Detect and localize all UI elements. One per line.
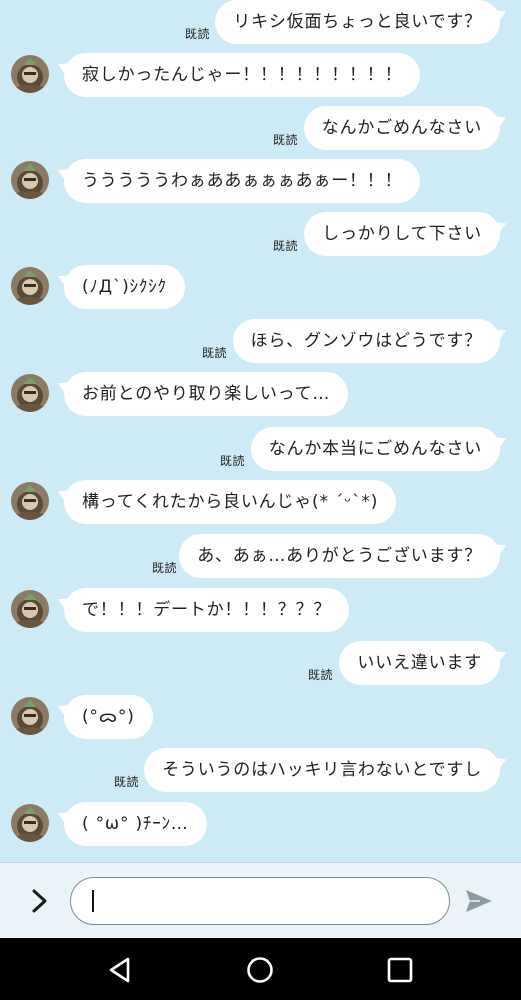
message-bubble[interactable]: で！！！デートか！！！？？？ <box>64 588 350 632</box>
avatar-image <box>11 804 49 842</box>
message-bubble[interactable]: ほら、グンゾウはどうです？ <box>232 319 500 363</box>
message-outgoing: 既読 なんか本当にごめんなさい <box>0 427 521 471</box>
avatar-image <box>11 697 49 735</box>
read-receipt: 既読 <box>308 668 334 682</box>
message-outgoing: 既読 そういうのはハッキリ言わないとですし <box>0 748 521 792</box>
text-caret <box>92 890 94 912</box>
read-receipt: 既読 <box>185 27 211 41</box>
message-outgoing: 既読 リキシ仮面ちょっと良いです？ <box>0 0 521 44</box>
message-bubble[interactable]: なんか本当にごめんなさい <box>250 427 500 471</box>
avatar-image <box>11 482 49 520</box>
message-incoming: お前とのやり取り楽しいって… <box>0 372 521 416</box>
read-receipt: 既読 <box>273 239 299 253</box>
message-incoming: 構ってくれたから良いんじゃ(* ˊᵕˋ*) <box>0 480 521 524</box>
read-receipt: 既読 <box>114 775 140 789</box>
read-receipt: 既読 <box>220 454 246 468</box>
chevron-right-icon <box>32 889 47 913</box>
recents-square-icon <box>387 957 413 983</box>
message-incoming: うううううわぁああぁぁぁあぁー！！！ <box>0 159 521 203</box>
avatar-image <box>11 590 49 628</box>
avatar[interactable] <box>11 267 49 305</box>
send-icon <box>466 890 492 912</box>
send-button[interactable] <box>464 887 494 915</box>
message-outgoing: 既読 しっかりして下さい <box>0 212 521 256</box>
message-bubble[interactable]: リキシ仮面ちょっと良いです？ <box>215 0 500 44</box>
message-bubble[interactable]: (ﾉД`)ｼｸｼｸ <box>64 265 185 309</box>
message-bubble[interactable]: うううううわぁああぁぁぁあぁー！！！ <box>64 159 421 203</box>
message-input-bar <box>0 862 521 938</box>
message-bubble[interactable]: (°ᯅ°) <box>64 695 153 739</box>
message-outgoing: 既読 なんかごめんなさい <box>0 106 521 150</box>
avatar-image <box>11 161 49 199</box>
message-outgoing: 既読 あ、あぁ…ありがとうございます？ <box>0 534 521 578</box>
avatar[interactable] <box>11 590 49 628</box>
nav-back-button[interactable] <box>106 956 134 984</box>
expand-button[interactable] <box>24 885 56 917</box>
avatar[interactable] <box>11 55 49 93</box>
message-bubble[interactable]: しっかりして下さい <box>304 212 500 256</box>
avatar[interactable] <box>11 697 49 735</box>
message-bubble[interactable]: あ、あぁ…ありがとうございます？ <box>179 534 500 578</box>
message-bubble[interactable]: なんかごめんなさい <box>303 106 500 150</box>
chat-area[interactable]: 既読 リキシ仮面ちょっと良いです？ 寂しかったんじゃー！！！！！！！！！ 既読 … <box>0 0 521 862</box>
avatar[interactable] <box>11 804 49 842</box>
message-bubble[interactable]: そういうのはハッキリ言わないとですし <box>144 748 500 792</box>
message-outgoing: 既読 いいえ違います <box>0 641 521 685</box>
avatar[interactable] <box>11 161 49 199</box>
message-bubble[interactable]: 寂しかったんじゃー！！！！！！！！！ <box>64 53 421 97</box>
home-circle-icon <box>247 957 273 983</box>
nav-recents-button[interactable] <box>386 956 414 984</box>
avatar-image <box>11 55 49 93</box>
nav-home-button[interactable] <box>246 956 274 984</box>
avatar-image <box>11 267 49 305</box>
message-incoming: で！！！デートか！！！？？？ <box>0 588 521 632</box>
message-bubble[interactable]: お前とのやり取り楽しいって… <box>64 372 349 416</box>
read-receipt: 既読 <box>273 133 299 147</box>
read-receipt: 既読 <box>202 346 228 360</box>
message-bubble[interactable]: 構ってくれたから良いんじゃ(* ˊᵕˋ*) <box>64 480 397 524</box>
message-input[interactable] <box>70 877 450 925</box>
back-triangle-icon <box>109 957 130 983</box>
message-bubble[interactable]: いいえ違います <box>339 641 500 685</box>
avatar[interactable] <box>11 482 49 520</box>
message-incoming: ( °ω° )ﾁｰﾝ… <box>0 802 521 846</box>
system-navigation-bar <box>0 938 521 1000</box>
message-incoming: (°ᯅ°) <box>0 695 521 739</box>
avatar[interactable] <box>11 374 49 412</box>
message-incoming: (ﾉД`)ｼｸｼｸ <box>0 265 521 309</box>
read-receipt: 既読 <box>152 561 178 575</box>
avatar-image <box>11 374 49 412</box>
message-incoming: 寂しかったんじゃー！！！！！！！！！ <box>0 53 521 97</box>
message-bubble[interactable]: ( °ω° )ﾁｰﾝ… <box>64 802 207 846</box>
message-outgoing: 既読 ほら、グンゾウはどうです？ <box>0 319 521 363</box>
